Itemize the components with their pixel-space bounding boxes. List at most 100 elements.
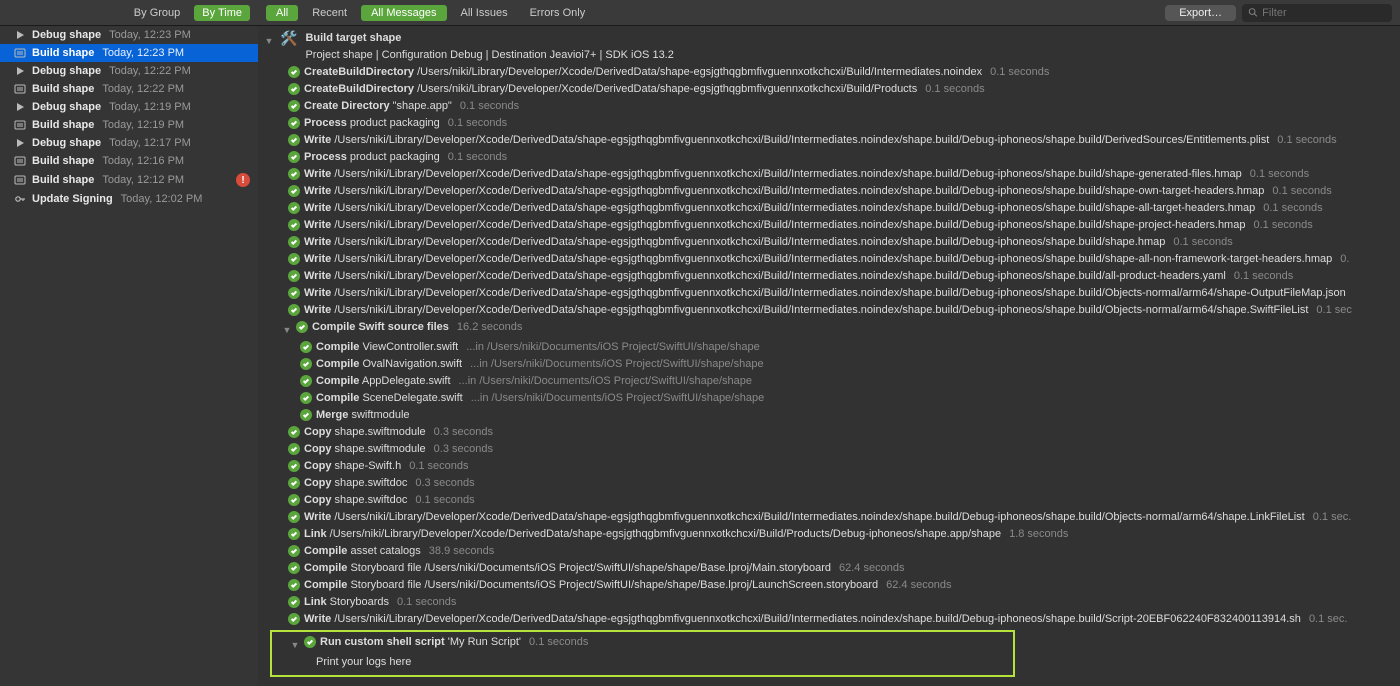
log-row[interactable]: ▼Run custom shell script 'My Run Script'… xyxy=(272,634,1013,654)
build-row[interactable]: Build shapeToday, 12:12 PM! xyxy=(0,170,258,190)
log-row[interactable]: Write /Users/niki/Library/Developer/Xcod… xyxy=(258,200,1400,217)
play-icon xyxy=(14,65,26,77)
log-row[interactable]: Copy shape.swiftdoc 0.3 seconds xyxy=(258,475,1400,492)
log-row[interactable]: Compile AppDelegate.swift...in /Users/ni… xyxy=(258,373,1400,390)
log-row[interactable]: Write /Users/niki/Library/Developer/Xcod… xyxy=(258,268,1400,285)
by-group-button[interactable]: By Group xyxy=(126,5,188,21)
log-text: Copy shape.swiftdoc xyxy=(304,475,407,492)
log-row[interactable]: Write /Users/niki/Library/Developer/Xcod… xyxy=(258,183,1400,200)
log-row[interactable]: Write /Users/niki/Library/Developer/Xcod… xyxy=(258,132,1400,149)
duration: 0.3 seconds xyxy=(434,424,493,441)
log-text: Write /Users/niki/Library/Developer/Xcod… xyxy=(304,132,1269,149)
filter-all-button[interactable]: All xyxy=(266,5,298,21)
log-group-row[interactable]: ▼Compile Swift source files16.2 seconds xyxy=(258,319,1400,339)
success-icon xyxy=(288,613,300,625)
log-text: Compile asset catalogs xyxy=(304,543,421,560)
build-list[interactable]: Debug shapeToday, 12:23 PMBuild shapeTod… xyxy=(0,26,258,686)
log-row[interactable]: CreateBuildDirectory /Users/niki/Library… xyxy=(258,64,1400,81)
filter-all-messages-button[interactable]: All Messages xyxy=(361,5,446,21)
log-row[interactable]: Copy shape.swiftdoc0.1 seconds xyxy=(258,492,1400,509)
filter-errors-only-button[interactable]: Errors Only xyxy=(522,5,594,21)
play-icon xyxy=(14,29,26,41)
duration: 0.1 sec xyxy=(1316,302,1351,319)
log-row[interactable]: Write /Users/niki/Library/Developer/Xcod… xyxy=(258,302,1400,319)
log-text: Write /Users/niki/Library/Developer/Xcod… xyxy=(304,234,1165,251)
log-text: Copy shape-Swift.h xyxy=(304,458,401,475)
duration: 0.1 seconds xyxy=(1253,217,1312,234)
success-icon xyxy=(300,375,312,387)
log-row[interactable]: Compile Storyboard file /Users/niki/Docu… xyxy=(258,560,1400,577)
by-time-button[interactable]: By Time xyxy=(194,5,250,21)
log-row[interactable]: Copy shape.swiftmodule0.3 seconds xyxy=(258,441,1400,458)
log-row[interactable]: Process product packaging0.1 seconds xyxy=(258,149,1400,166)
log-row[interactable]: Compile Storyboard file /Users/niki/Docu… xyxy=(258,577,1400,594)
log-row[interactable]: Copy shape.swiftmodule0.3 seconds xyxy=(258,424,1400,441)
success-icon xyxy=(288,100,300,112)
build-row[interactable]: Build shapeToday, 12:23 PM xyxy=(0,44,258,62)
filter-input[interactable] xyxy=(1258,7,1386,19)
target-text: Build target shapeProject shape | Config… xyxy=(305,30,673,64)
build-time: Today, 12:02 PM xyxy=(121,193,203,205)
success-icon xyxy=(288,151,300,163)
log-row[interactable]: Link Storyboards0.1 seconds xyxy=(258,594,1400,611)
duration: 0.1 seconds xyxy=(460,98,519,115)
success-icon xyxy=(288,66,300,78)
log-row[interactable]: Create Directory "shape.app"0.1 seconds xyxy=(258,98,1400,115)
log-row[interactable]: Write /Users/niki/Library/Developer/Xcod… xyxy=(258,217,1400,234)
log-row[interactable]: Write /Users/niki/Library/Developer/Xcod… xyxy=(258,509,1400,526)
log-row[interactable]: Process product packaging0.1 seconds xyxy=(258,115,1400,132)
log-row[interactable]: Compile ViewController.swift...in /Users… xyxy=(258,339,1400,356)
build-time: Today, 12:12 PM xyxy=(102,174,184,186)
build-label: Debug shape xyxy=(32,137,101,149)
build-row[interactable]: Build shapeToday, 12:22 PM xyxy=(0,80,258,98)
build-row[interactable]: Debug shapeToday, 12:22 PM xyxy=(0,62,258,80)
log-row[interactable]: Link /Users/niki/Library/Developer/Xcode… xyxy=(258,526,1400,543)
log-row[interactable]: CreateBuildDirectory /Users/niki/Library… xyxy=(258,81,1400,98)
log-row[interactable]: Compile SceneDelegate.swift...in /Users/… xyxy=(258,390,1400,407)
log-text: Merge swiftmodule xyxy=(316,407,410,424)
log-text: CreateBuildDirectory /Users/niki/Library… xyxy=(304,81,917,98)
log-text: Write /Users/niki/Library/Developer/Xcod… xyxy=(304,611,1301,628)
success-icon xyxy=(288,545,300,557)
export-button[interactable]: Export… xyxy=(1165,5,1236,21)
log-row[interactable]: Write /Users/niki/Library/Developer/Xcod… xyxy=(258,166,1400,183)
highlighted-script-row: ▼Run custom shell script 'My Run Script'… xyxy=(270,630,1015,677)
duration: 0.1 seconds xyxy=(990,64,1049,81)
build-row[interactable]: Build shapeToday, 12:19 PM xyxy=(0,116,258,134)
log-row[interactable]: Merge swiftmodule xyxy=(258,407,1400,424)
disclosure-icon[interactable]: ▼ xyxy=(282,319,292,339)
filter-field[interactable] xyxy=(1242,4,1392,22)
log-row[interactable]: Write /Users/niki/Library/Developer/Xcod… xyxy=(258,611,1400,628)
log-tail: ...in /Users/niki/Documents/iOS Project/… xyxy=(459,373,752,390)
filter-recent-button[interactable]: Recent xyxy=(304,5,355,21)
success-icon xyxy=(288,426,300,438)
build-row[interactable]: Debug shapeToday, 12:19 PM xyxy=(0,98,258,116)
build-label: Debug shape xyxy=(32,29,101,41)
log-row[interactable]: Write /Users/niki/Library/Developer/Xcod… xyxy=(258,251,1400,268)
log-row[interactable]: Compile OvalNavigation.swift...in /Users… xyxy=(258,356,1400,373)
duration: 0.1 seconds xyxy=(529,634,588,651)
build-row[interactable]: Build shapeToday, 12:16 PM xyxy=(0,152,258,170)
build-row[interactable]: Update SigningToday, 12:02 PM xyxy=(0,190,258,208)
build-target-row[interactable]: ▼🛠️Build target shapeProject shape | Con… xyxy=(258,30,1400,64)
log-row[interactable]: Copy shape-Swift.h0.1 seconds xyxy=(258,458,1400,475)
log-row[interactable]: Write /Users/niki/Library/Developer/Xcod… xyxy=(258,285,1400,302)
duration: 0.1 seconds xyxy=(397,594,456,611)
log-row[interactable]: Compile asset catalogs38.9 seconds xyxy=(258,543,1400,560)
filter-all-issues-button[interactable]: All Issues xyxy=(453,5,516,21)
duration: 0.1 seconds xyxy=(1272,183,1331,200)
success-icon xyxy=(288,287,300,299)
log-row[interactable]: Write /Users/niki/Library/Developer/Xcod… xyxy=(258,234,1400,251)
duration: 0.1 sec. xyxy=(1309,611,1348,628)
search-icon xyxy=(1248,7,1258,18)
success-icon xyxy=(288,134,300,146)
disclosure-icon[interactable]: ▼ xyxy=(290,634,300,654)
build-label: Build shape xyxy=(32,119,94,131)
build-log[interactable]: ▼🛠️Build target shapeProject shape | Con… xyxy=(258,26,1400,686)
build-time: Today, 12:22 PM xyxy=(102,83,184,95)
build-row[interactable]: Debug shapeToday, 12:17 PM xyxy=(0,134,258,152)
disclosure-icon[interactable]: ▼ xyxy=(264,30,274,50)
duration: 0.3 seconds xyxy=(415,475,474,492)
log-tail: ...in /Users/niki/Documents/iOS Project/… xyxy=(471,390,764,407)
build-row[interactable]: Debug shapeToday, 12:23 PM xyxy=(0,26,258,44)
